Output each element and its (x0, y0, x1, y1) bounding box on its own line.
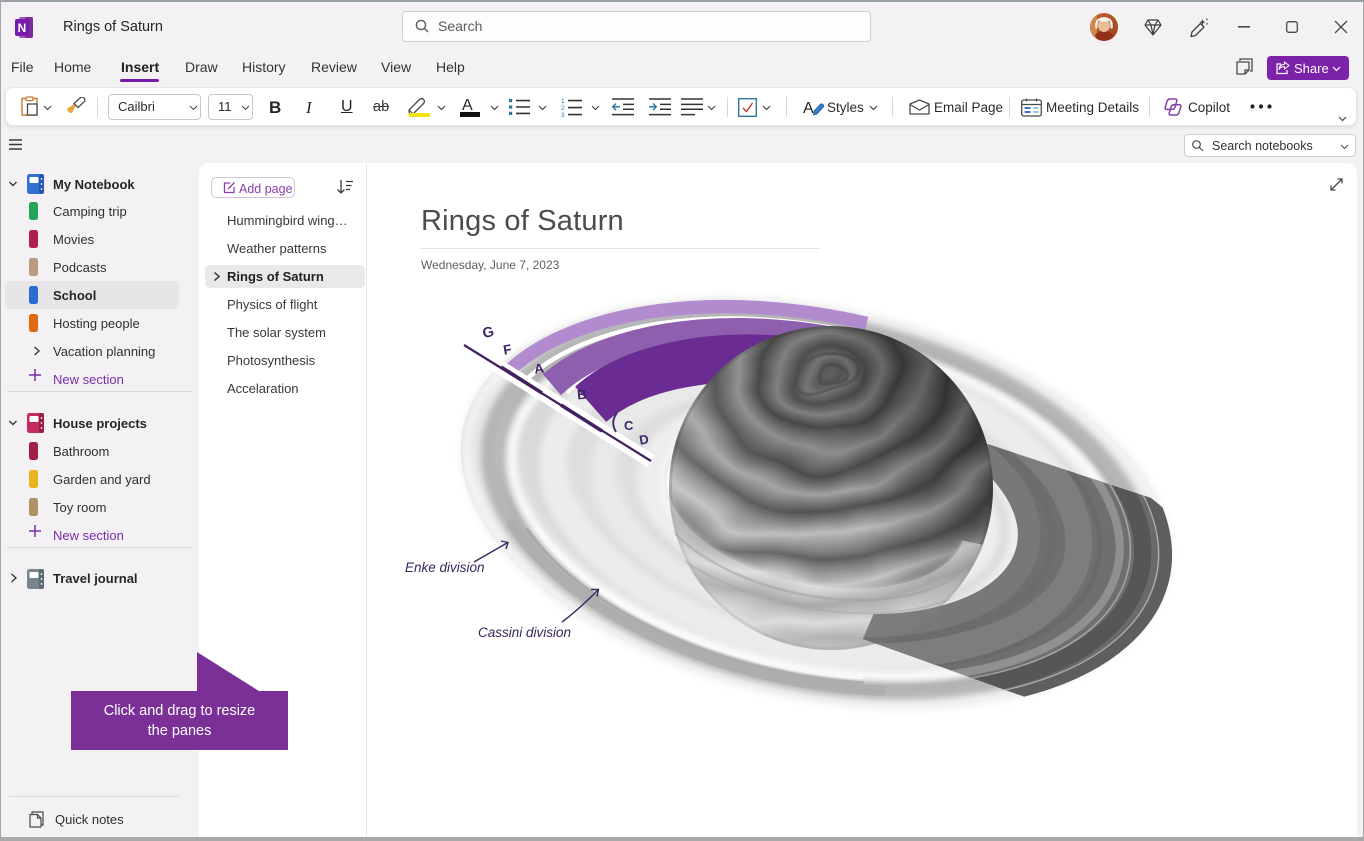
svg-text:2: 2 (561, 105, 565, 112)
svg-text:G: G (481, 324, 496, 342)
svg-text:3: 3 (561, 112, 565, 117)
svg-text:Enke division: Enke division (405, 560, 485, 575)
svg-text:Cassini division: Cassini division (478, 625, 571, 640)
svg-text:A: A (803, 100, 814, 117)
svg-text:C: C (624, 418, 634, 433)
svg-text:N: N (18, 21, 27, 35)
svg-text:1: 1 (561, 98, 565, 105)
svg-text:F: F (502, 342, 513, 358)
svg-text:B: B (576, 387, 587, 403)
